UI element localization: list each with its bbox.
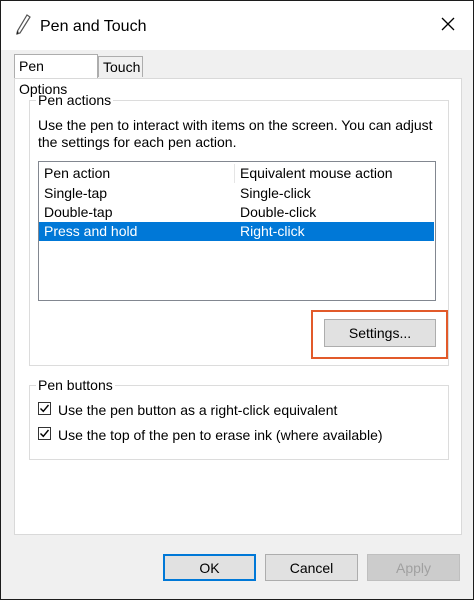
list-item-mouse: Double-click xyxy=(240,204,317,220)
list-item-action: Press and hold xyxy=(44,223,138,239)
tab-label: Pen Options xyxy=(19,58,68,97)
list-item-mouse: Single-click xyxy=(240,185,311,201)
close-button[interactable] xyxy=(423,1,473,50)
settings-button[interactable]: Settings... xyxy=(324,319,436,347)
tab-pen-options[interactable]: Pen Options xyxy=(14,54,98,97)
apply-button[interactable]: Apply xyxy=(367,554,460,581)
list-item-double-tap[interactable]: Double-tap Double-click xyxy=(39,203,435,222)
pen-icon xyxy=(13,14,33,36)
pen-buttons-group-title: Pen buttons xyxy=(36,377,115,393)
pen-buttons-group: Pen buttons xyxy=(29,377,449,460)
list-item-press-and-hold[interactable]: Press and hold Right-click xyxy=(39,222,434,241)
column-header-pen-action[interactable]: Pen action xyxy=(44,164,110,183)
list-item-action: Double-tap xyxy=(44,204,113,220)
list-item-single-tap[interactable]: Single-tap Single-click xyxy=(39,184,435,203)
pen-actions-description-line1: Use the pen to interact with items on th… xyxy=(38,117,433,133)
tab-touch[interactable]: Touch xyxy=(98,56,143,77)
list-item-action: Single-tap xyxy=(44,185,108,201)
column-divider[interactable] xyxy=(234,164,235,183)
list-item-mouse: Right-click xyxy=(240,223,305,239)
pen-actions-description-line2: the settings for each pen action. xyxy=(38,134,237,150)
pen-options-panel: Pen actions Use the pen to interact with… xyxy=(14,78,462,535)
title-bar: Pen and Touch xyxy=(1,1,473,50)
ok-button[interactable]: OK xyxy=(163,554,256,581)
column-header-mouse-action[interactable]: Equivalent mouse action xyxy=(240,164,393,183)
pen-actions-list[interactable]: Pen action Equivalent mouse action Singl… xyxy=(38,161,436,301)
pen-and-touch-dialog: Pen and Touch Pen Options Touch Pen acti… xyxy=(0,0,474,600)
erase-ink-checkbox[interactable] xyxy=(38,427,51,440)
settings-button-label: Settings... xyxy=(348,325,412,341)
erase-ink-checkbox-label: Use the top of the pen to erase ink (whe… xyxy=(58,427,383,443)
window-title: Pen and Touch xyxy=(40,18,147,35)
cancel-button[interactable]: Cancel xyxy=(265,554,358,581)
right-click-checkbox-label: Use the pen button as a right-click equi… xyxy=(58,402,338,418)
ok-button-label: OK xyxy=(199,559,220,576)
tab-label: Touch xyxy=(103,59,141,75)
apply-button-label: Apply xyxy=(395,559,432,576)
list-header: Pen action Equivalent mouse action xyxy=(39,164,435,183)
close-icon xyxy=(441,17,455,34)
cancel-button-label: Cancel xyxy=(289,559,334,576)
right-click-checkbox[interactable] xyxy=(38,402,51,415)
